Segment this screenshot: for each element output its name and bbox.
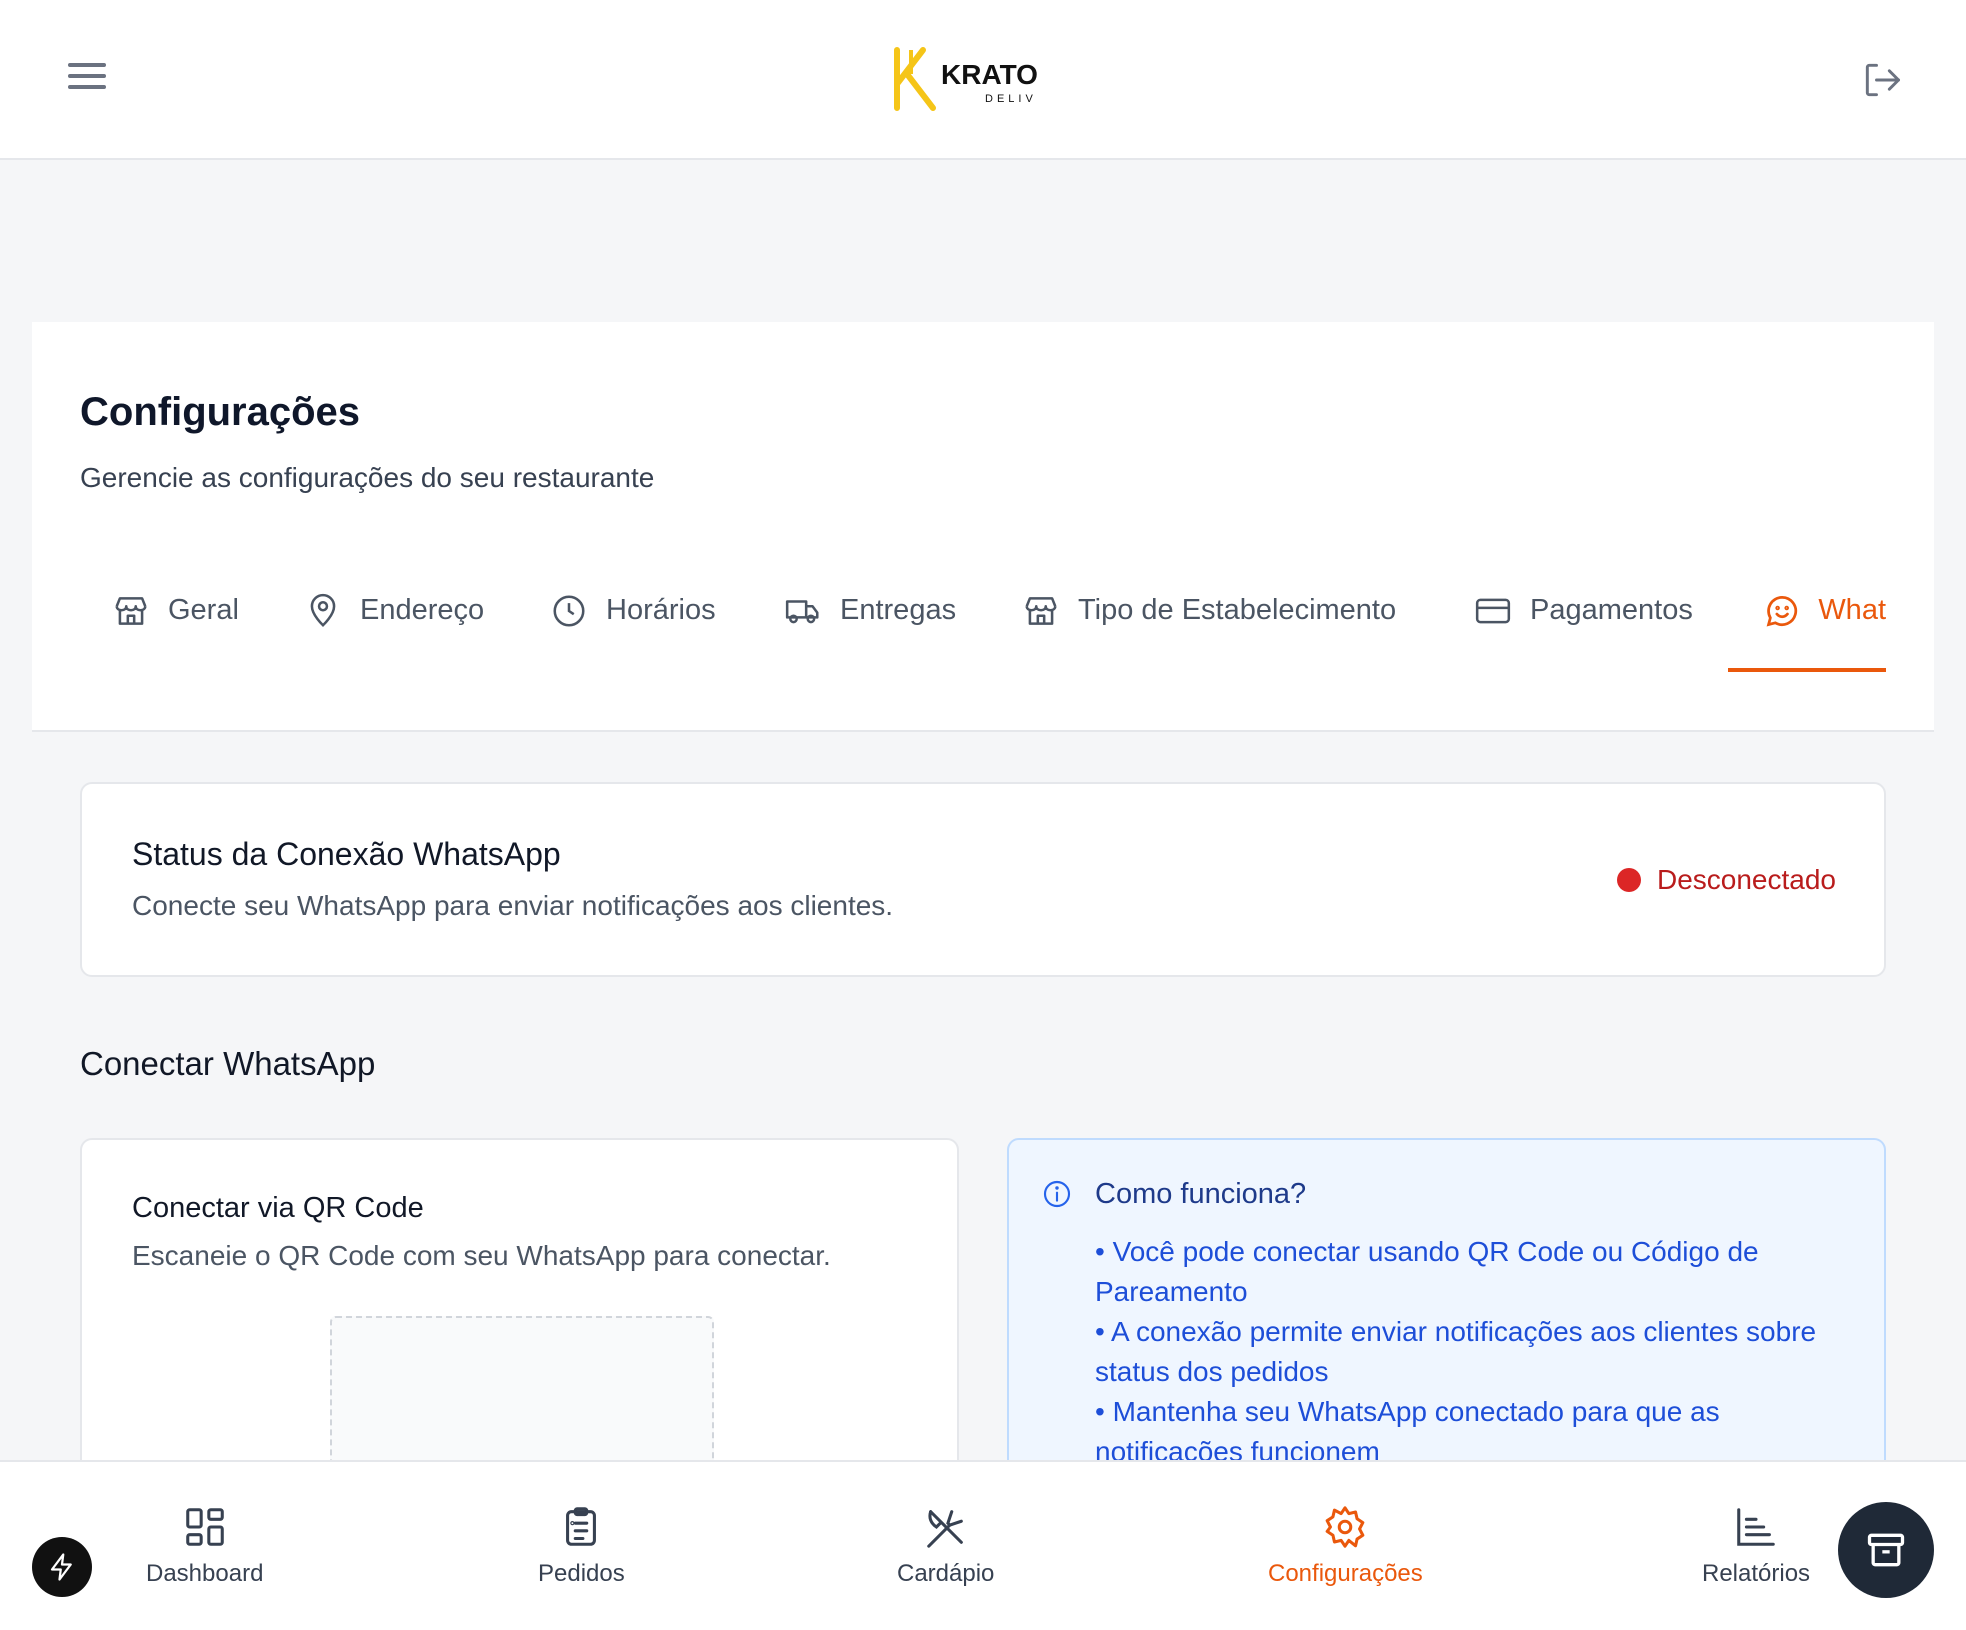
tab-label: Pagamentos — [1530, 594, 1693, 626]
archive-icon — [1867, 1533, 1905, 1567]
status-title: Status da Conexão WhatsApp — [132, 836, 561, 872]
settings-tabs: Geral Endereço Horários Entregas Tipo de… — [0, 582, 1966, 672]
info-title: Como funciona? — [1095, 1178, 1307, 1210]
tab-geral[interactable]: Geral — [112, 582, 239, 672]
tab-horarios[interactable]: Horários — [550, 582, 716, 672]
tab-label: Entregas — [840, 594, 957, 626]
list-item: • Você pode conectar usando QR Code ou C… — [1095, 1236, 1759, 1307]
tab-label: What — [1818, 594, 1886, 626]
brand-name: KRATO — [941, 59, 1038, 90]
nav-label: Cardápio — [897, 1560, 995, 1587]
bottom-navigation: Dashboard Pedidos Cardápio Configurações… — [0, 1460, 1966, 1630]
top-bar: KRATO DELIV — [0, 0, 1966, 160]
smile-chat-icon — [1766, 596, 1798, 627]
map-pin-icon — [310, 593, 336, 627]
page-subtitle: Gerencie as configurações do seu restaur… — [80, 462, 655, 493]
tab-entregas[interactable]: Entregas — [784, 582, 956, 672]
nav-cardapio[interactable]: Cardápio — [897, 1462, 994, 1630]
tab-tipo-de-estabelecimento[interactable]: Tipo de Estabelecimento — [1022, 582, 1396, 672]
tab-endereco[interactable]: Endereço — [304, 582, 484, 672]
connect-section-title: Conectar WhatsApp — [80, 1045, 376, 1082]
clock-icon — [553, 595, 585, 627]
qr-card-title: Conectar via QR Code — [132, 1192, 424, 1224]
krato-logo: KRATO DELIV — [893, 44, 1073, 114]
flash-action-button[interactable] — [32, 1537, 92, 1597]
how-it-works-card: Como funciona? • Você pode conectar usan… — [1007, 1138, 1886, 1498]
nav-pedidos[interactable]: Pedidos — [538, 1462, 625, 1630]
credit-card-icon — [1475, 598, 1511, 624]
nav-label: Configurações — [1268, 1560, 1423, 1587]
brand-subtitle: DELIV — [985, 93, 1037, 105]
tab-whatsapp[interactable]: What — [1728, 582, 1886, 672]
store-icon — [1025, 597, 1057, 625]
nav-configuracoes[interactable]: Configurações — [1268, 1462, 1423, 1630]
page-title: Configurações — [80, 390, 361, 434]
lightning-icon — [50, 1553, 72, 1581]
tab-label: Geral — [168, 594, 239, 626]
nav-dashboard[interactable]: Dashboard — [146, 1462, 263, 1630]
tab-pagamentos[interactable]: Pagamentos — [1474, 582, 1693, 672]
qr-code-card: Conectar via QR Code Escaneie o QR Code … — [80, 1138, 959, 1498]
logout-icon[interactable] — [1860, 58, 1904, 102]
store-icon — [115, 597, 147, 625]
tab-label: Tipo de Estabelecimento — [1078, 594, 1397, 626]
clipboard-icon — [566, 1507, 597, 1546]
qr-card-description: Escaneie o QR Code com seu WhatsApp para… — [132, 1240, 831, 1271]
status-badge-label: Desconectado — [1656, 864, 1836, 895]
utensils-crossed-icon — [926, 1510, 963, 1548]
tab-label: Horários — [606, 594, 716, 626]
nav-label: Pedidos — [538, 1560, 625, 1587]
archive-floating-button[interactable] — [1838, 1502, 1934, 1598]
truck-icon — [785, 600, 819, 624]
whatsapp-status-card: Status da Conexão WhatsApp Conecte seu W… — [80, 782, 1886, 977]
status-description: Conecte seu WhatsApp para enviar notific… — [132, 890, 894, 921]
info-list: • Você pode conectar usando QR Code ou C… — [1095, 1232, 1855, 1472]
bar-chart-icon — [1737, 1508, 1775, 1546]
gear-icon — [1326, 1506, 1365, 1548]
nav-label: Relatórios — [1702, 1560, 1811, 1587]
info-icon — [1043, 1180, 1071, 1208]
status-badge: Desconectado — [1616, 864, 1836, 896]
grid-icon — [185, 1508, 224, 1546]
tab-label: Endereço — [360, 594, 485, 626]
hamburger-menu-icon[interactable] — [60, 56, 116, 104]
nav-label: Dashboard — [146, 1560, 264, 1587]
nav-relatorios[interactable]: Relatórios — [1702, 1462, 1810, 1630]
list-item: • A conexão permite enviar notificações … — [1095, 1316, 1817, 1387]
status-dot-icon — [1616, 868, 1641, 892]
